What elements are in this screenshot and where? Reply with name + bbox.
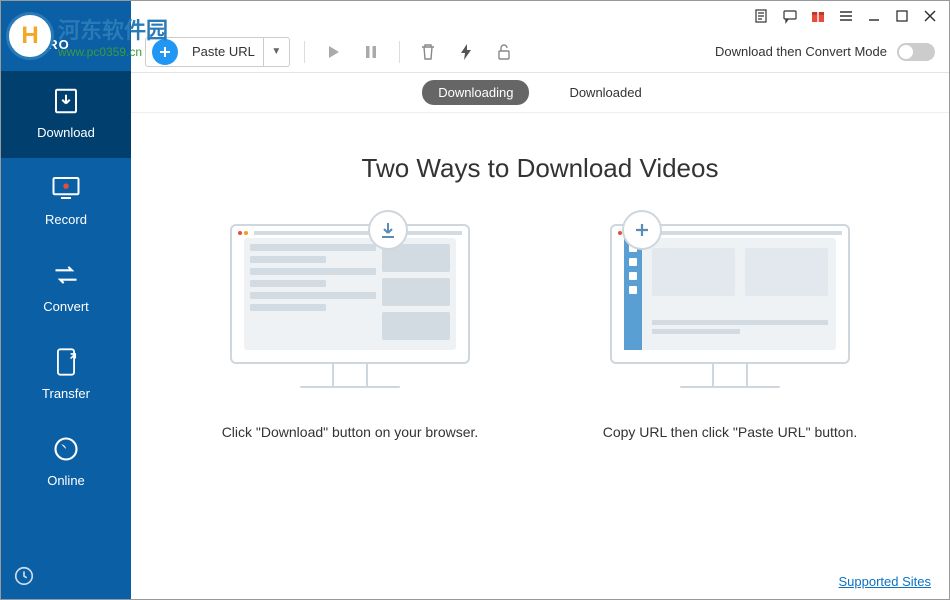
way-browser-download: Click "Download" button on your browser.: [200, 224, 500, 443]
sidebar-item-record[interactable]: Record: [1, 158, 131, 245]
maximize-button[interactable]: [893, 7, 911, 25]
sidebar-item-online[interactable]: Online: [1, 419, 131, 506]
sidebar-label: Transfer: [42, 386, 90, 401]
record-icon: [50, 172, 82, 204]
titlebar: [131, 1, 949, 31]
lightning-icon[interactable]: [452, 38, 480, 66]
online-icon: [50, 433, 82, 465]
sidebar-label: Record: [45, 212, 87, 227]
toolbar: Paste URL ▼ Download then Convert Mode: [131, 31, 949, 73]
way1-text: Click "Download" button on your browser.: [222, 422, 479, 443]
pause-icon[interactable]: [357, 38, 385, 66]
download-icon: [50, 85, 82, 117]
sidebar-item-convert[interactable]: Convert: [1, 245, 131, 332]
sidebar-label: Convert: [43, 299, 89, 314]
tabs: Downloading Downloaded: [131, 73, 949, 113]
plus-icon: [152, 39, 178, 65]
supported-sites-link[interactable]: Supported Sites: [838, 574, 931, 589]
paste-url-dropdown[interactable]: ▼: [263, 37, 289, 67]
menu-icon[interactable]: [837, 7, 855, 25]
minimize-button[interactable]: [865, 7, 883, 25]
play-icon[interactable]: [319, 38, 347, 66]
way-paste-url: Copy URL then click "Paste URL" button.: [580, 224, 880, 443]
sidebar: iD PRO Download Record Convert Transfer: [1, 1, 131, 599]
gift-icon[interactable]: [809, 7, 827, 25]
paste-url-button[interactable]: Paste URL ▼: [145, 37, 290, 67]
brand-logo: iD PRO: [19, 37, 70, 52]
convert-icon: [50, 259, 82, 291]
convert-mode-label: Download then Convert Mode: [715, 44, 887, 59]
notes-icon[interactable]: [753, 7, 771, 25]
separator: [304, 41, 305, 63]
transfer-icon: [50, 346, 82, 378]
close-button[interactable]: [921, 7, 939, 25]
way2-text: Copy URL then click "Paste URL" button.: [603, 422, 858, 443]
sidebar-label: Online: [47, 473, 85, 488]
unlock-icon[interactable]: [490, 38, 518, 66]
feedback-icon[interactable]: [781, 7, 799, 25]
sidebar-label: Download: [37, 125, 95, 140]
convert-mode-toggle[interactable]: [897, 43, 935, 61]
sidebar-item-download[interactable]: Download: [1, 71, 131, 158]
trash-icon[interactable]: [414, 38, 442, 66]
paste-url-label: Paste URL: [184, 44, 263, 59]
tab-downloaded[interactable]: Downloaded: [553, 80, 657, 105]
page-title: Two Ways to Download Videos: [362, 153, 719, 184]
tab-downloading[interactable]: Downloading: [422, 80, 529, 105]
plus-badge-icon: [622, 210, 662, 250]
separator: [399, 41, 400, 63]
download-arrow-icon: [368, 210, 408, 250]
sidebar-item-transfer[interactable]: Transfer: [1, 332, 131, 419]
content-area: Two Ways to Download Videos: [131, 113, 949, 599]
history-icon[interactable]: [13, 565, 35, 587]
